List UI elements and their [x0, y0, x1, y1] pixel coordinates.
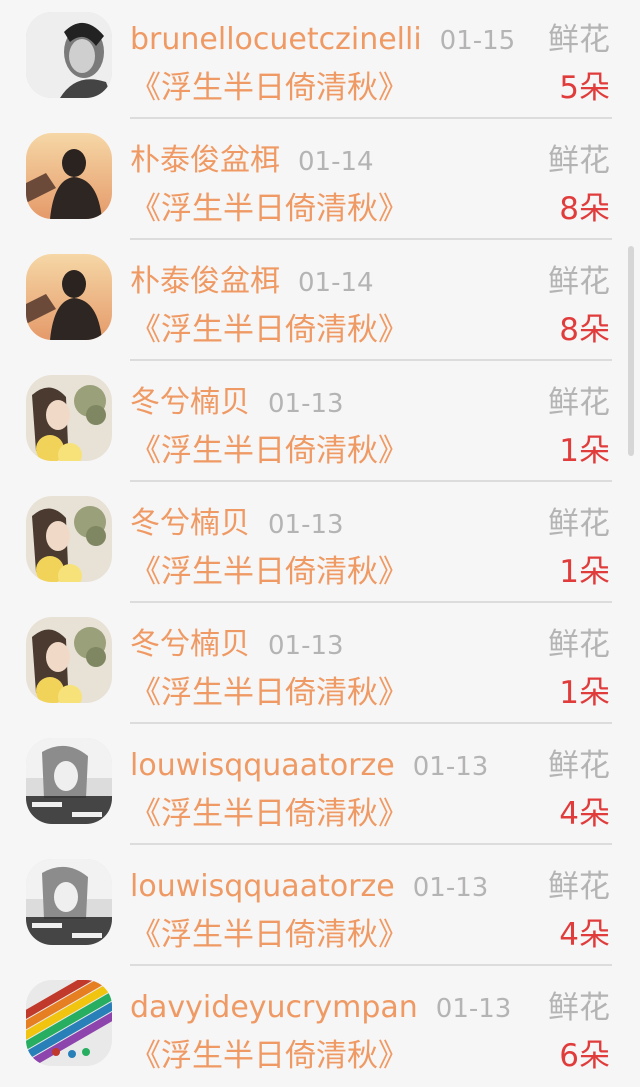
gift-type: 鲜花: [548, 506, 610, 542]
list-item[interactable]: 冬兮楠贝 01-13 《浮生半日倚清秋》 鲜花 1朵: [0, 361, 640, 482]
gift-count: 1朵: [559, 433, 610, 469]
list-item[interactable]: louwisqquaatorze 01-13 《浮生半日倚清秋》 鲜花 4朵: [0, 724, 640, 845]
gift-date: 01-15: [439, 26, 516, 56]
girl-flowers-avatar[interactable]: [26, 617, 112, 703]
user-name-text[interactable]: 朴泰俊盆栮: [130, 264, 280, 299]
grey-girl-caption-avatar[interactable]: [26, 738, 112, 824]
book-title[interactable]: 《浮生半日倚清秋》: [130, 1036, 409, 1076]
user-name-text[interactable]: brunellocuetczinelli: [130, 22, 422, 57]
user-name[interactable]: davyideyucrympan 01-13: [130, 988, 511, 1029]
user-name[interactable]: 朴泰俊盆栮 01-14: [130, 262, 374, 303]
list-item[interactable]: davyideyucrympan 01-13 《浮生半日倚清秋》 鲜花 6朵: [0, 966, 640, 1087]
gift-count: 4朵: [559, 796, 610, 832]
gift-type: 鲜花: [548, 143, 610, 179]
gift-type: 鲜花: [548, 385, 610, 421]
gift-date: 01-13: [268, 510, 344, 540]
book-title[interactable]: 《浮生半日倚清秋》: [130, 552, 409, 592]
girl-flowers-avatar[interactable]: [26, 375, 112, 461]
book-title[interactable]: 《浮生半日倚清秋》: [130, 68, 409, 108]
user-name-text[interactable]: 冬兮楠贝: [130, 627, 250, 662]
user-name[interactable]: 朴泰俊盆栮 01-14: [130, 141, 374, 182]
user-name-text[interactable]: louwisqquaatorze: [130, 748, 395, 783]
gift-date: 01-13: [412, 873, 489, 903]
flower-gift-list: brunellocuetczinelli 01-15 《浮生半日倚清秋》 鲜花 5…: [0, 0, 640, 1087]
user-name-text[interactable]: davyideyucrympan: [130, 990, 418, 1025]
book-title[interactable]: 《浮生半日倚清秋》: [130, 431, 409, 471]
user-name-text[interactable]: 冬兮楠贝: [130, 506, 250, 541]
gift-type: 鲜花: [548, 22, 610, 58]
book-title[interactable]: 《浮生半日倚清秋》: [130, 189, 409, 229]
user-name[interactable]: 冬兮楠贝 01-13: [130, 625, 344, 666]
gift-count: 1朵: [559, 554, 610, 590]
book-title[interactable]: 《浮生半日倚清秋》: [130, 794, 409, 834]
list-item[interactable]: 冬兮楠贝 01-13 《浮生半日倚清秋》 鲜花 1朵: [0, 482, 640, 603]
gift-count: 1朵: [559, 675, 610, 711]
list-item[interactable]: louwisqquaatorze 01-13 《浮生半日倚清秋》 鲜花 4朵: [0, 845, 640, 966]
gift-type: 鲜花: [548, 627, 610, 663]
gift-type: 鲜花: [548, 869, 610, 905]
sunset-silhouette-avatar[interactable]: [26, 133, 112, 219]
grey-girl-caption-avatar[interactable]: [26, 859, 112, 945]
bw-portrait-avatar[interactable]: [26, 12, 112, 98]
gift-count: 8朵: [559, 312, 610, 348]
gift-date: 01-14: [298, 268, 374, 298]
gift-date: 01-13: [412, 752, 489, 782]
gift-date: 01-13: [268, 631, 344, 661]
gift-count: 8朵: [559, 191, 610, 227]
girl-flowers-avatar[interactable]: [26, 496, 112, 582]
gift-count: 5朵: [559, 70, 610, 106]
list-item[interactable]: brunellocuetczinelli 01-15 《浮生半日倚清秋》 鲜花 5…: [0, 0, 640, 119]
gift-type: 鲜花: [548, 748, 610, 784]
user-name[interactable]: brunellocuetczinelli 01-15: [130, 20, 515, 61]
user-name-text[interactable]: 朴泰俊盆栮: [130, 143, 280, 178]
list-item[interactable]: 朴泰俊盆栮 01-14 《浮生半日倚清秋》 鲜花 8朵: [0, 240, 640, 361]
gift-date: 01-14: [298, 147, 374, 177]
user-name[interactable]: louwisqquaatorze 01-13: [130, 867, 488, 908]
sunset-silhouette-avatar[interactable]: [26, 254, 112, 340]
gift-date: 01-13: [435, 994, 512, 1024]
gift-type: 鲜花: [548, 990, 610, 1026]
user-name-text[interactable]: louwisqquaatorze: [130, 869, 395, 904]
user-name-text[interactable]: 冬兮楠贝: [130, 385, 250, 420]
user-name[interactable]: 冬兮楠贝 01-13: [130, 383, 344, 424]
list-item[interactable]: 朴泰俊盆栮 01-14 《浮生半日倚清秋》 鲜花 8朵: [0, 119, 640, 240]
book-title[interactable]: 《浮生半日倚清秋》: [130, 673, 409, 713]
list-item[interactable]: 冬兮楠贝 01-13 《浮生半日倚清秋》 鲜花 1朵: [0, 603, 640, 724]
gift-count: 4朵: [559, 917, 610, 953]
color-pencils-avatar[interactable]: [26, 980, 112, 1066]
gift-date: 01-13: [268, 389, 344, 419]
user-name[interactable]: louwisqquaatorze 01-13: [130, 746, 488, 787]
book-title[interactable]: 《浮生半日倚清秋》: [130, 310, 409, 350]
user-name[interactable]: 冬兮楠贝 01-13: [130, 504, 344, 545]
gift-count: 6朵: [559, 1038, 610, 1074]
scrollbar[interactable]: [628, 246, 634, 456]
book-title[interactable]: 《浮生半日倚清秋》: [130, 915, 409, 955]
gift-type: 鲜花: [548, 264, 610, 300]
